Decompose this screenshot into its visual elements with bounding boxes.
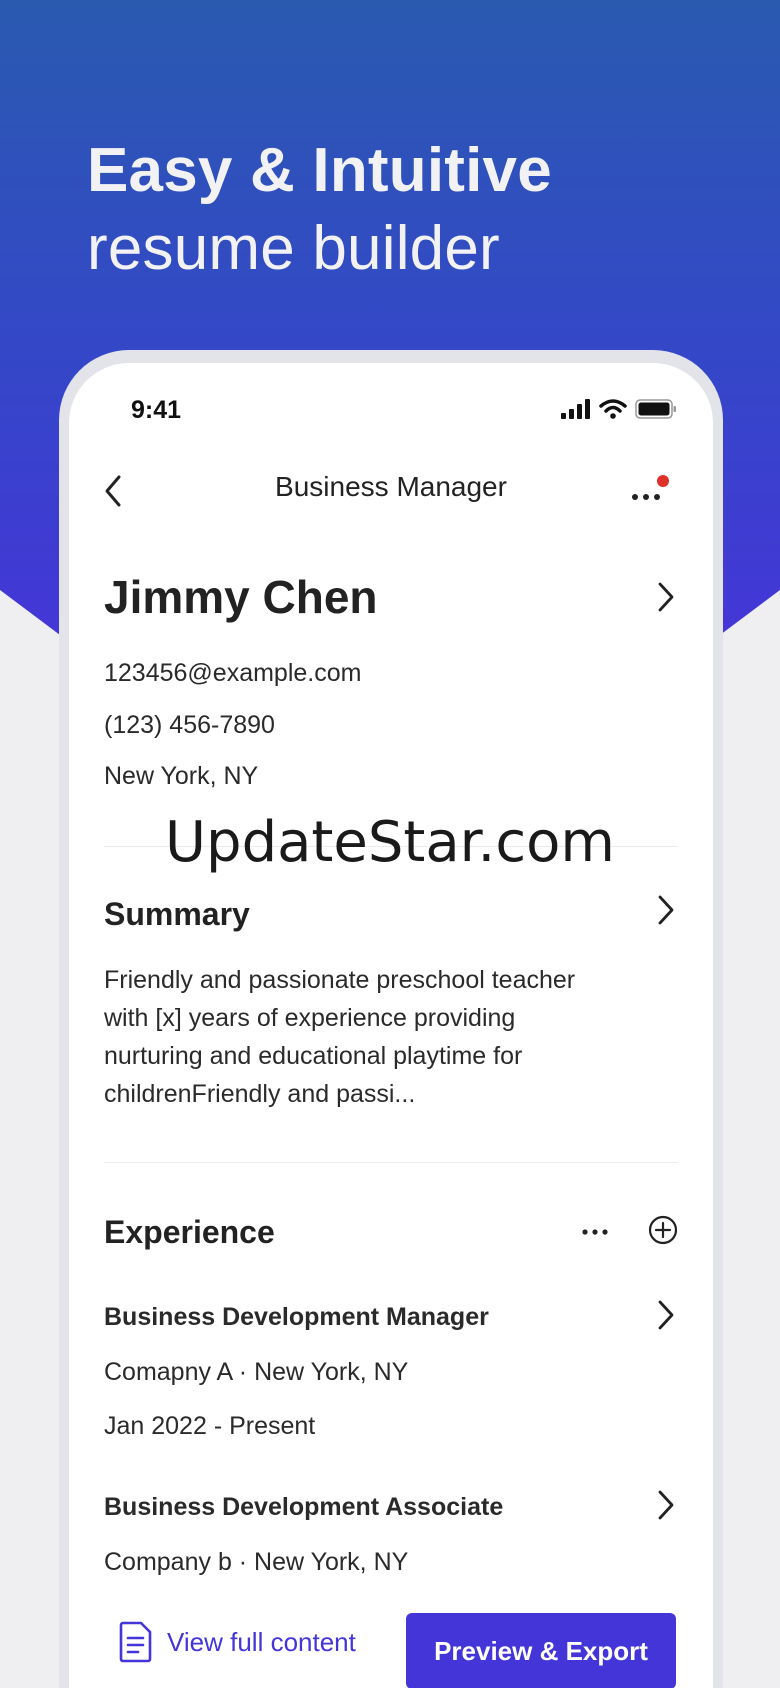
chevron-right-icon[interactable] xyxy=(654,1488,678,1522)
document-icon xyxy=(119,1621,152,1663)
add-circle-icon[interactable] xyxy=(648,1215,678,1245)
experience-title: Experience xyxy=(104,1214,275,1250)
chevron-right-icon[interactable] xyxy=(654,1298,678,1332)
profile-email: 123456@example.com xyxy=(104,659,362,687)
view-full-content-button[interactable]: View full content xyxy=(119,1621,356,1663)
watermark: UpdateStar.com xyxy=(165,810,615,875)
divider xyxy=(104,1162,678,1163)
notification-dot xyxy=(657,475,669,487)
profile-name[interactable]: Jimmy Chen xyxy=(104,570,378,624)
experience-item-title[interactable]: Business Development Manager xyxy=(104,1303,489,1332)
more-dots-icon[interactable] xyxy=(629,475,669,505)
summary-text: Friendly and passionate preschool teache… xyxy=(104,966,576,1108)
wifi-icon xyxy=(599,399,627,419)
experience-item-company: Company b · New York, NY xyxy=(104,1548,409,1576)
more-dots-icon[interactable] xyxy=(581,1225,609,1239)
chevron-right-icon[interactable] xyxy=(654,893,678,927)
hero-line-1: Easy & Intuitive xyxy=(87,136,552,205)
chevron-right-icon[interactable] xyxy=(654,580,678,614)
battery-icon xyxy=(635,399,676,419)
status-bar: 9:41 xyxy=(69,363,713,424)
experience-item-title[interactable]: Business Development Associate xyxy=(104,1493,503,1522)
phone-screen: 9:41 Business Manager Jimmy Chen 123456@… xyxy=(69,363,713,1688)
profile-phone: (123) 456-7890 xyxy=(104,711,275,739)
experience-item-dates: Jan 2022 - Present xyxy=(104,1412,316,1440)
hero-line-2: resume builder xyxy=(87,214,500,283)
nav-bar: Business Manager xyxy=(69,463,713,523)
experience-item-company: Comapny A · New York, NY xyxy=(104,1358,409,1386)
hero-headline: Easy & Intuitive resume builder xyxy=(87,132,552,288)
bottom-action-bar: View full content Preview & Export xyxy=(69,1596,713,1688)
status-icons xyxy=(561,399,677,419)
signal-icon xyxy=(561,399,590,419)
preview-export-button[interactable]: Preview & Export xyxy=(406,1613,676,1688)
view-full-content-label: View full content xyxy=(167,1626,356,1657)
status-time: 9:41 xyxy=(131,396,182,424)
summary-title[interactable]: Summary xyxy=(104,896,250,933)
profile-location: New York, NY xyxy=(104,762,259,790)
nav-title: Business Manager xyxy=(275,471,507,502)
